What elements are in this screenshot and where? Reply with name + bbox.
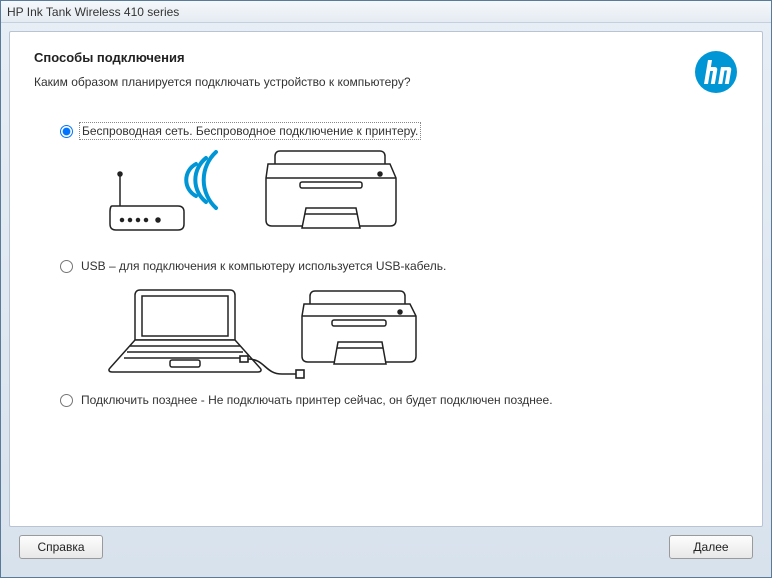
usb-illustration: [100, 282, 738, 382]
titlebar: HP Ink Tank Wireless 410 series: [1, 1, 771, 23]
header-row: Способы подключения Каким образом планир…: [34, 50, 738, 94]
connection-options: Беспроводная сеть. Беспроводное подключе…: [34, 122, 738, 416]
option-later-label: Подключить позднее - Не подключать принт…: [79, 392, 555, 408]
page-subtitle: Каким образом планируется подключать уст…: [34, 75, 411, 89]
option-usb[interactable]: USB – для подключения к компьютеру испол…: [60, 258, 738, 274]
option-wireless[interactable]: Беспроводная сеть. Беспроводное подключе…: [60, 122, 738, 140]
option-usb-label: USB – для подключения к компьютеру испол…: [79, 258, 448, 274]
option-wireless-label: Беспроводная сеть. Беспроводное подключе…: [79, 122, 421, 140]
content-wrap: Способы подключения Каким образом планир…: [1, 23, 771, 577]
radio-later[interactable]: [60, 394, 73, 407]
window-title: HP Ink Tank Wireless 410 series: [7, 5, 179, 19]
hp-logo-icon: [694, 50, 738, 94]
installer-window: HP Ink Tank Wireless 410 series Способы …: [0, 0, 772, 578]
next-button[interactable]: Далее: [669, 535, 753, 559]
option-later[interactable]: Подключить позднее - Не подключать принт…: [60, 392, 738, 408]
radio-wireless[interactable]: [60, 125, 73, 138]
radio-usb[interactable]: [60, 260, 73, 273]
page-title: Способы подключения: [34, 50, 411, 65]
help-button[interactable]: Справка: [19, 535, 103, 559]
wireless-illustration: [100, 148, 738, 240]
content-panel: Способы подключения Каким образом планир…: [9, 31, 763, 527]
header-text: Способы подключения Каким образом планир…: [34, 50, 411, 89]
footer: Справка Далее: [9, 527, 763, 569]
